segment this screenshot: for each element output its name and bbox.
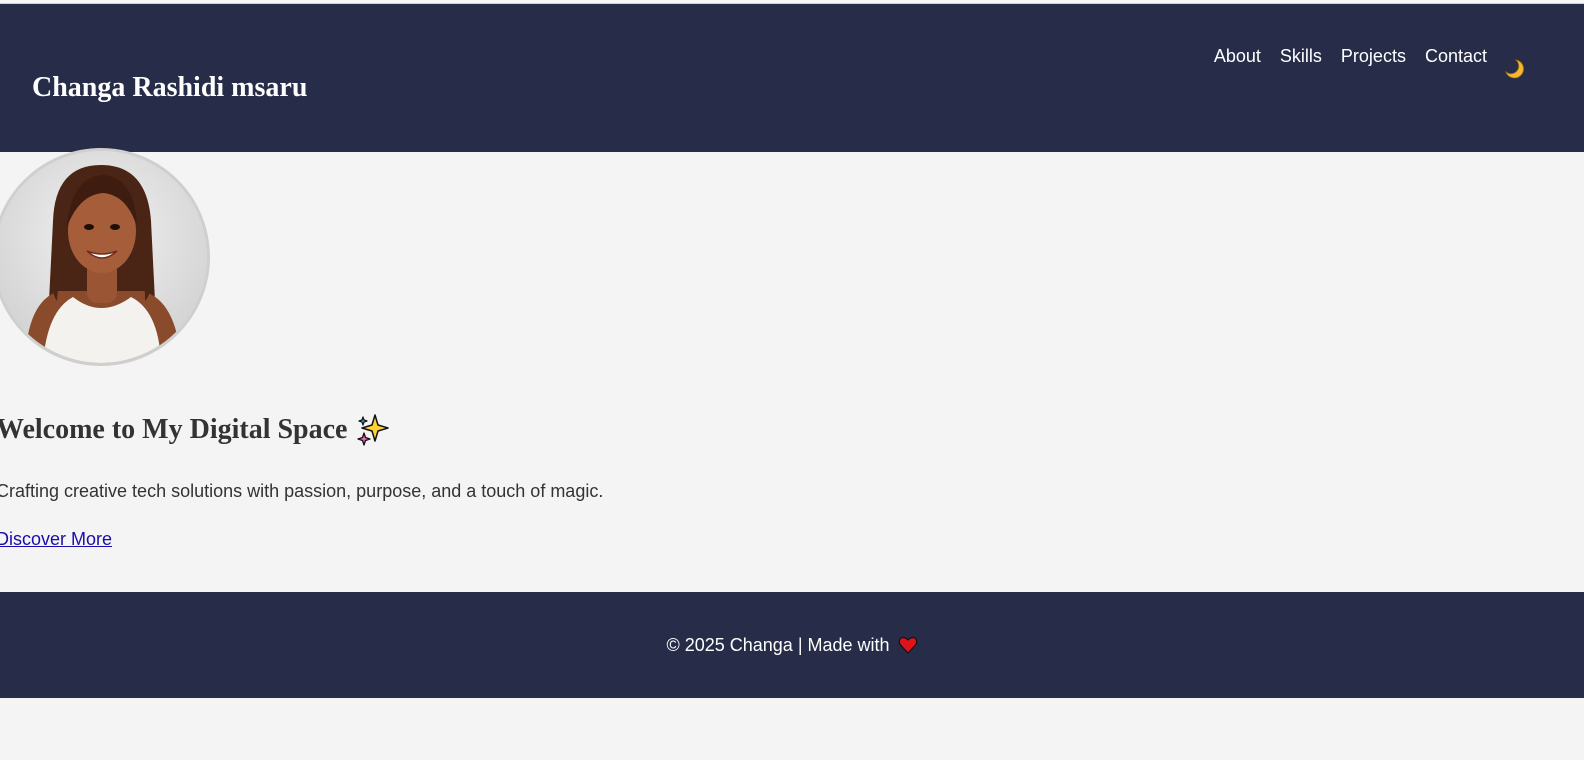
theme-toggle-button[interactable]	[1502, 56, 1526, 80]
sparkles-icon	[355, 412, 391, 448]
profile-photo	[0, 148, 210, 366]
nav-link-projects[interactable]: Projects	[1341, 44, 1406, 68]
hero-subtitle: Crafting creative tech solutions with pa…	[0, 481, 604, 501]
hero-title: Welcome to My Digital Space	[0, 410, 391, 450]
hero-title-text: Welcome to My Digital Space	[0, 414, 348, 445]
footer-text: © 2025 Changa | Made with	[666, 633, 917, 657]
footer-copyright: © 2025 Changa | Made with	[666, 635, 890, 655]
discover-more-link[interactable]: Discover More	[0, 527, 112, 551]
site-title: Changa Rashidi msaru	[32, 72, 308, 103]
crescent-moon-icon	[1502, 59, 1526, 83]
main-nav: About Skills Projects Contact	[1214, 44, 1487, 68]
site-footer: © 2025 Changa | Made with	[0, 592, 1584, 698]
nav-link-about[interactable]: About	[1214, 44, 1261, 68]
nav-link-skills[interactable]: Skills	[1280, 44, 1322, 68]
page: Changa Rashidi msaru About Skills Projec…	[0, 0, 1584, 760]
site-header: Changa Rashidi msaru About Skills Projec…	[0, 4, 1584, 152]
heart-icon	[898, 635, 918, 655]
nav-link-contact[interactable]: Contact	[1425, 44, 1487, 68]
